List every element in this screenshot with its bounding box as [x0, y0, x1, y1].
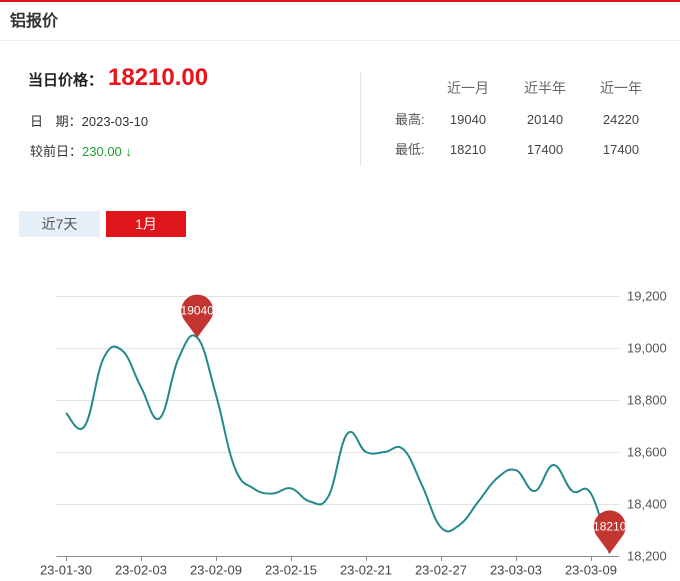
date-row: 日 期：2023-03-10	[30, 113, 148, 131]
y-tick-label: 18,600	[627, 445, 667, 460]
y-tick-label: 18,800	[627, 393, 667, 408]
data-point	[532, 489, 537, 494]
data-point	[270, 491, 275, 496]
data-point	[232, 465, 237, 470]
data-point	[495, 476, 500, 481]
tab-1-month[interactable]: 1月	[106, 211, 186, 237]
x-tick-label: 23-02-27	[415, 563, 467, 578]
tab-7-days[interactable]: 近7天	[19, 211, 100, 237]
price-line-chart: 18,200 18,400 18,600 18,800 19,000 19,200 23-0…	[40, 289, 667, 578]
y-tick-label: 18,400	[627, 497, 667, 512]
data-point	[63, 411, 68, 416]
data-point	[307, 499, 312, 504]
data-point	[401, 447, 406, 452]
data-point	[251, 486, 256, 491]
stats-cell: 20140	[526, 112, 564, 127]
data-point	[588, 491, 593, 496]
change-label: 较前日：	[30, 144, 83, 159]
change-value: 230.00	[82, 144, 122, 159]
data-point	[420, 483, 425, 488]
data-point	[363, 450, 368, 455]
data-point	[82, 424, 87, 429]
data-point	[457, 522, 462, 527]
y-tick-label: 18,200	[627, 549, 667, 564]
stats-cell: 17400	[602, 142, 640, 157]
stats-row-label-high: 最高:	[395, 112, 425, 127]
current-price-label: 当日价格：	[28, 72, 104, 89]
change-row: 较前日：230.00 ↓	[30, 143, 132, 161]
stats-col-header-year: 近一年	[600, 80, 642, 96]
data-point	[570, 489, 575, 494]
x-tick-label: 23-03-09	[565, 563, 617, 578]
stats-cell: 19040	[449, 112, 487, 127]
down-arrow-icon: ↓	[125, 144, 132, 159]
data-point	[138, 385, 143, 390]
data-point	[157, 416, 162, 421]
x-tick-label: 23-01-30	[40, 563, 92, 578]
x-tick-label: 23-02-09	[190, 563, 242, 578]
max-marker-label: 19040	[181, 304, 215, 318]
price-series-line	[65, 334, 611, 554]
y-tick-label: 19,200	[627, 289, 667, 304]
x-tick-label: 23-03-03	[490, 563, 542, 578]
data-point	[551, 463, 556, 468]
page-title: 铝报价	[10, 13, 59, 30]
data-point	[120, 348, 125, 353]
x-tick-label: 23-02-15	[265, 563, 317, 578]
data-point	[176, 356, 181, 361]
min-marker-label: 18210	[593, 519, 627, 533]
stats-col-header-month: 近一月	[447, 80, 489, 96]
data-point	[476, 499, 481, 504]
y-tick-label: 19,000	[627, 341, 667, 356]
change-value-group: 230.00 ↓	[82, 144, 132, 159]
stats-col-header-half-year: 近半年	[524, 80, 566, 96]
data-point	[101, 356, 106, 361]
header-divider	[0, 40, 680, 41]
data-point	[345, 431, 350, 436]
stats-cell: 24220	[602, 112, 640, 127]
stats-cell: 17400	[526, 142, 564, 157]
data-point	[213, 392, 218, 397]
data-point	[382, 450, 387, 455]
data-point	[288, 486, 293, 491]
data-point	[513, 468, 518, 473]
vertical-divider	[360, 72, 361, 166]
stats-cell: 18210	[449, 142, 487, 157]
header-accent-bar	[0, 0, 680, 2]
data-point	[438, 525, 443, 530]
x-tick-label: 23-02-03	[115, 563, 167, 578]
data-point	[326, 494, 331, 499]
current-price-value: 18210.00	[108, 64, 209, 91]
x-tick-label: 23-02-21	[340, 563, 392, 578]
stats-row-label-low: 最低:	[395, 142, 425, 157]
date-value: 2023-03-10	[81, 114, 149, 129]
date-label: 日 期：	[30, 114, 82, 129]
